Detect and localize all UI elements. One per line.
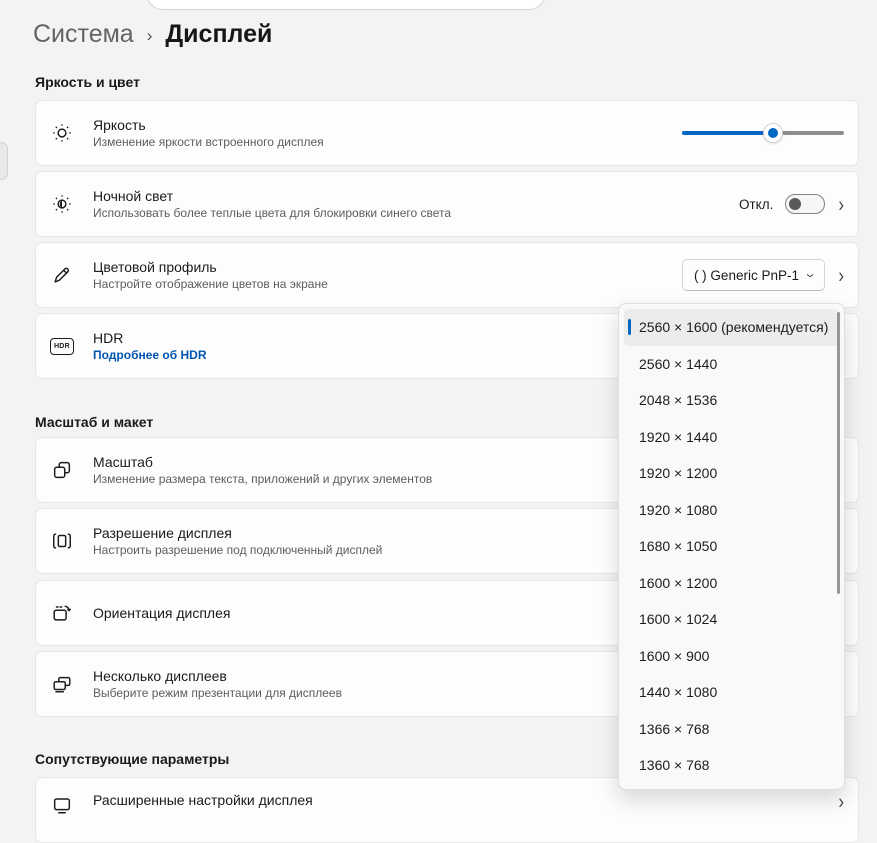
resolution-option[interactable]: 1366 × 768 <box>624 711 839 748</box>
brightness-slider[interactable] <box>682 123 844 143</box>
hdr-link[interactable]: Подробнее об HDR <box>93 349 207 362</box>
resolution-icon <box>50 529 74 553</box>
resolution-dropdown: 2560 × 1600 (рекомендуется) 2560 × 1440 … <box>618 303 845 790</box>
resolution-option[interactable]: 1920 × 1080 <box>624 492 839 529</box>
search-box-remnant[interactable] <box>146 0 546 10</box>
card-color-profile[interactable]: Цветовой профиль Настройте отображение ц… <box>35 242 859 308</box>
page-scrollbar-nub[interactable] <box>0 142 8 180</box>
brightness-icon <box>50 121 74 145</box>
color-profile-subtitle: Настройте отображение цветов на экране <box>93 278 328 291</box>
section-scale-layout: Масштаб и макет <box>35 414 153 430</box>
resolution-option[interactable]: 1360 × 768 <box>624 747 839 784</box>
scale-title: Масштаб <box>93 455 432 470</box>
resolution-option[interactable]: 1920 × 1200 <box>624 455 839 492</box>
resolution-option[interactable]: 1600 × 900 <box>624 638 839 675</box>
orientation-icon <box>50 601 74 625</box>
brightness-subtitle: Изменение яркости встроенного дисплея <box>93 136 324 149</box>
resolution-option[interactable]: 2560 × 1440 <box>624 346 839 383</box>
night-light-title: Ночной свет <box>93 189 451 204</box>
section-related: Сопутствующие параметры <box>35 751 229 767</box>
color-profile-selected-value: ( ) Generic PnP-1 <box>694 268 799 283</box>
orientation-title: Ориентация дисплея <box>93 606 230 621</box>
brightness-slider-thumb[interactable] <box>763 123 783 143</box>
resolution-title: Разрешение дисплея <box>93 526 382 541</box>
dropdown-scrollbar[interactable] <box>837 312 840 594</box>
color-profile-select[interactable]: ( ) Generic PnP-1 › <box>682 259 825 291</box>
color-profile-title: Цветовой профиль <box>93 260 328 275</box>
breadcrumb-system[interactable]: Система <box>33 20 134 49</box>
chevron-right-icon[interactable]: › <box>838 791 844 812</box>
night-light-toggle[interactable] <box>785 194 825 214</box>
scale-icon <box>50 458 74 482</box>
resolution-option[interactable]: 2048 × 1536 <box>624 382 839 419</box>
section-brightness-color: Яркость и цвет <box>35 74 140 90</box>
night-light-toggle-state: Откл. <box>739 197 773 212</box>
breadcrumb-separator-icon: › <box>147 23 153 46</box>
chevron-down-icon: › <box>802 273 820 277</box>
resolution-option[interactable]: 2560 × 1600 (рекомендуется) <box>624 309 839 346</box>
resolution-subtitle: Настроить разрешение под подключенный ди… <box>93 544 382 557</box>
card-night-light[interactable]: Ночной свет Использовать более теплые цв… <box>35 171 859 237</box>
card-brightness: Яркость Изменение яркости встроенного ди… <box>35 100 859 166</box>
scale-subtitle: Изменение размера текста, приложений и д… <box>93 473 432 486</box>
resolution-option[interactable]: 1680 × 1050 <box>624 528 839 565</box>
multiple-displays-icon <box>50 672 74 696</box>
page-title: Дисплей <box>165 20 272 49</box>
hdr-icon: HDR <box>50 334 74 358</box>
resolution-option[interactable]: 1920 × 1440 <box>624 419 839 456</box>
night-light-icon <box>50 192 74 216</box>
color-profile-icon <box>50 263 74 287</box>
advanced-display-icon <box>50 793 74 817</box>
chevron-right-icon[interactable]: › <box>838 193 844 214</box>
breadcrumb: Система › Дисплей <box>33 20 272 49</box>
toggle-knob <box>789 198 801 210</box>
resolution-option[interactable]: 1600 × 1024 <box>624 601 839 638</box>
chevron-right-icon[interactable]: › <box>838 264 844 285</box>
night-light-subtitle: Использовать более теплые цвета для блок… <box>93 207 451 220</box>
multiple-displays-subtitle: Выберите режим презентации для дисплеев <box>93 687 342 700</box>
hdr-title: HDR <box>93 331 207 346</box>
resolution-option[interactable]: 1440 × 1080 <box>624 674 839 711</box>
multiple-displays-title: Несколько дисплеев <box>93 669 342 684</box>
brightness-title: Яркость <box>93 118 324 133</box>
brightness-slider-fill <box>682 131 773 135</box>
resolution-option[interactable]: 1600 × 1200 <box>624 565 839 602</box>
advanced-display-title: Расширенные настройки дисплея <box>93 793 313 808</box>
